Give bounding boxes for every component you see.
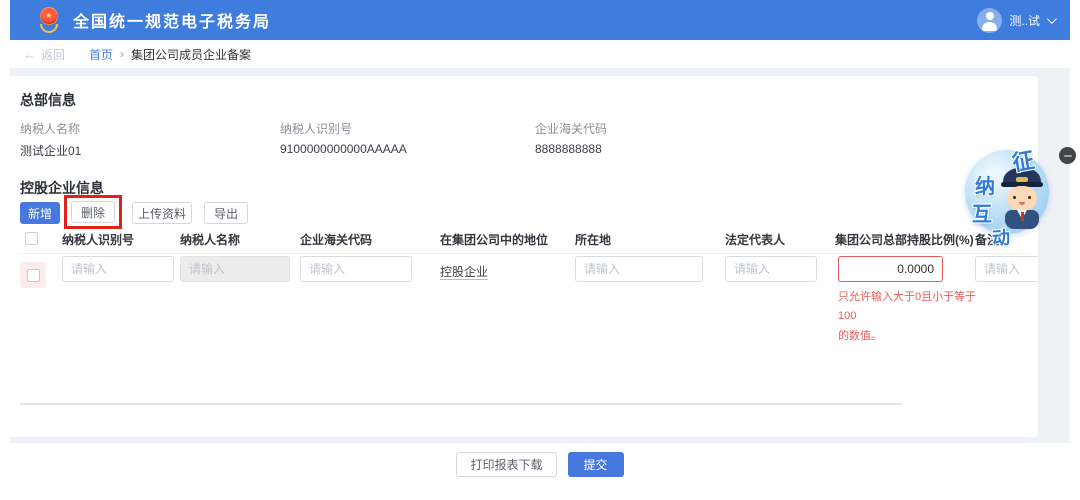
col-position: 在集团公司中的地位 (440, 233, 549, 247)
breadcrumb-separator: › (120, 47, 125, 61)
col-customs-code: 企业海关代码 (300, 233, 373, 247)
share-ratio-input[interactable] (838, 256, 943, 282)
tax-bureau-logo-icon: ★ (36, 6, 62, 34)
red-annotation-box: 删除 (64, 195, 122, 229)
footer-actions: 打印报表下载 提交 (0, 443, 1080, 500)
print-report-download-button[interactable]: 打印报表下载 (456, 452, 557, 477)
back-button[interactable]: 返回 (41, 46, 65, 63)
customs-code-value: 8888888888 (535, 142, 602, 156)
breadcrumb-current: 集团公司成员企业备案 (131, 47, 252, 62)
mascot-char-2: 纳 (975, 176, 995, 198)
customs-code-label: 企业海关代码 (535, 122, 608, 136)
page: ★ 全国统一规范电子税务局 测..试 ← 返回 首页 › 集团公司成员企业备案 … (0, 0, 1080, 500)
ratio-error-message: 只允许输入大于0且小于等于100 的数值。 (838, 291, 977, 342)
row-checkbox-highlight (20, 262, 46, 288)
submit-button[interactable]: 提交 (567, 452, 624, 477)
col-location: 所在地 (575, 233, 612, 247)
location-input[interactable] (575, 256, 703, 282)
col-legal-rep: 法定代表人 (725, 233, 786, 247)
chevron-down-icon (1046, 13, 1057, 24)
app-title: 全国统一规范电子税务局 (73, 14, 272, 31)
content-divider (20, 403, 902, 405)
hq-section-title: 总部信息 (20, 92, 76, 108)
col-taxpayer-id: 纳税人识别号 (62, 233, 135, 247)
delete-button[interactable]: 删除 (71, 201, 115, 223)
back-arrow-icon[interactable]: ← (23, 47, 36, 62)
position-value: 控股企业 (440, 265, 489, 279)
taxpayer-id-input[interactable] (62, 256, 174, 282)
remarks-input[interactable] (975, 256, 1038, 282)
col-taxpayer-name: 纳税人名称 (180, 233, 241, 247)
select-all-checkbox[interactable] (25, 232, 38, 245)
user-name: 测..试 (1009, 13, 1040, 28)
row-checkbox[interactable] (26, 268, 40, 282)
add-button[interactable]: 新增 (20, 202, 60, 224)
taxpayer-id-label: 纳税人识别号 (280, 122, 353, 136)
mascot-char-1: 征 (1010, 147, 1037, 176)
customs-code-input[interactable] (300, 256, 412, 282)
user-menu[interactable]: 测..试 (977, 0, 1057, 40)
breadcrumb-home[interactable]: 首页 (89, 46, 113, 63)
user-avatar (977, 7, 1003, 33)
taxpayer-name-label: 纳税人名称 (20, 122, 81, 136)
upload-button[interactable]: 上传资料 (132, 202, 192, 224)
interaction-mascot-widget[interactable]: 征 纳 互 动 (956, 140, 1062, 249)
main-card: 总部信息 纳税人名称 纳税人识别号 企业海关代码 测试企业01 91000000… (8, 76, 1038, 437)
export-button[interactable]: 导出 (204, 202, 248, 224)
app-header: ★ 全国统一规范电子税务局 测..试 (10, 0, 1070, 40)
taxpayer-name-value: 测试企业01 (20, 144, 82, 158)
taxpayer-id-value: 9100000000000AAAAA (280, 142, 407, 156)
mascot-char-4: 动 (991, 227, 1011, 249)
col-share-ratio: 集团公司总部持股比例(%) (835, 233, 974, 247)
legal-rep-input[interactable] (725, 256, 817, 282)
sidebar-collapse-toggle[interactable] (1059, 147, 1076, 164)
taxpayer-name-input (180, 256, 290, 282)
mascot-char-3: 互 (972, 204, 992, 226)
breadcrumb: ← 返回 首页 › 集团公司成员企业备案 (10, 40, 1070, 68)
table-header-divider (18, 253, 1030, 254)
